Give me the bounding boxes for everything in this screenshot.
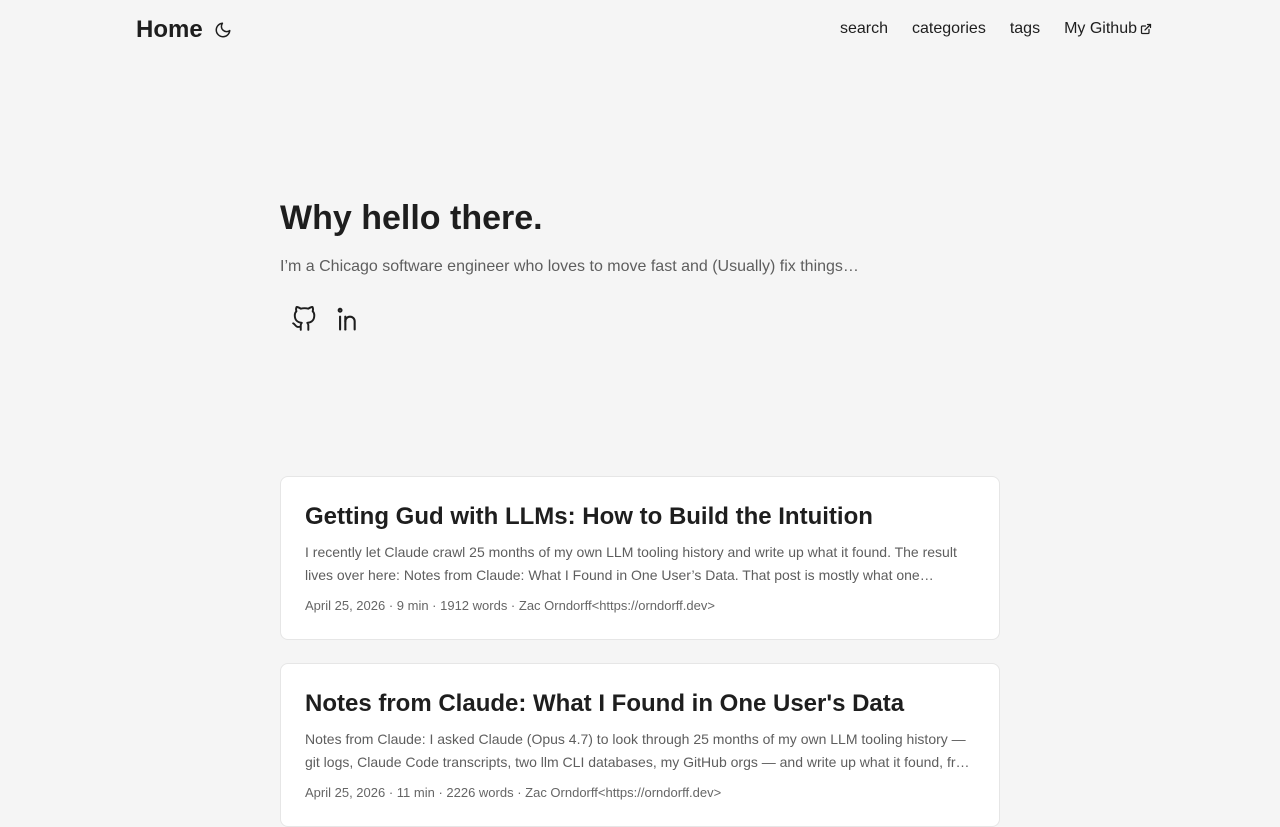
menu-item-github-label: My Github: [1064, 20, 1137, 37]
post-title[interactable]: Notes from Claude: What I Found in One U…: [305, 688, 975, 720]
social-icons: [288, 303, 1000, 335]
hero-section: Why hello there. I’m a Chicago software …: [280, 198, 1000, 335]
menu-item-github[interactable]: My Github: [1064, 19, 1152, 39]
github-icon[interactable]: [288, 303, 320, 335]
site-header: Home search categories tags My Github: [0, 0, 1280, 60]
post-title[interactable]: Getting Gud with LLMs: How to Build the …: [305, 501, 975, 533]
post-card[interactable]: Getting Gud with LLMs: How to Build the …: [280, 476, 1000, 640]
external-link-icon: [1140, 23, 1152, 35]
main-menu: search categories tags My Github: [840, 19, 1152, 39]
home-link[interactable]: Home: [136, 16, 203, 44]
post-summary: Notes from Claude: I asked Claude (Opus …: [305, 731, 970, 770]
menu-item-tags[interactable]: tags: [1010, 19, 1040, 39]
hero-title: Why hello there.: [280, 199, 543, 237]
hero-subtitle: I’m a Chicago software engineer who love…: [280, 258, 859, 275]
post-summary: I recently let Claude crawl 25 months of…: [305, 544, 957, 583]
menu-item-search[interactable]: search: [840, 19, 888, 39]
linkedin-icon[interactable]: [334, 303, 366, 335]
theme-toggle-moon-icon[interactable]: [212, 19, 234, 41]
post-meta: April 25, 2026 · 11 min · 2226 words · Z…: [305, 785, 722, 800]
post-meta: April 25, 2026 · 9 min · 1912 words · Za…: [305, 598, 715, 613]
menu-item-categories[interactable]: categories: [912, 19, 986, 39]
post-card[interactable]: Notes from Claude: What I Found in One U…: [280, 663, 1000, 827]
